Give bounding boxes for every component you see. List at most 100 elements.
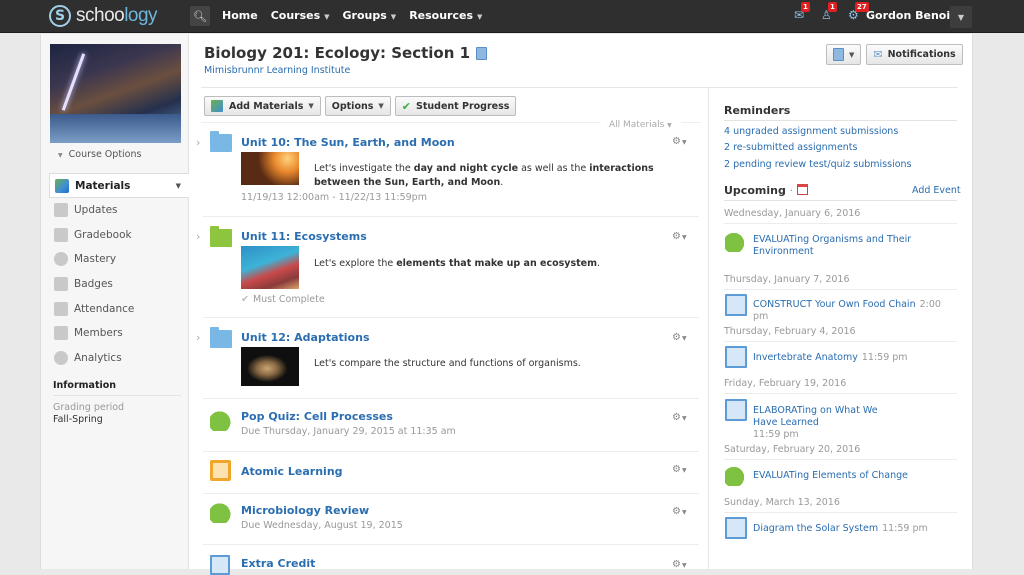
caret-down-icon: ▼	[849, 50, 855, 59]
material-title-link[interactable]: Atomic Learning	[241, 465, 343, 478]
must-complete-status: ✔ Must Complete	[241, 294, 325, 305]
material-title-link[interactable]: Unit 10: The Sun, Earth, and Moon	[241, 136, 455, 149]
sidebar-item-mastery[interactable]: Mastery	[49, 247, 189, 272]
requests-button[interactable]: ♙ 1	[821, 2, 837, 23]
reminder-link[interactable]: 2 pending review test/quiz submissions	[724, 159, 912, 170]
gradebook-icon	[54, 227, 68, 242]
options-button[interactable]: Options ▼	[324, 96, 391, 116]
expand-chevron-icon[interactable]: ›	[196, 136, 200, 149]
sidebar-item-label: Gradebook	[74, 228, 132, 241]
options-label: Options	[331, 100, 374, 112]
item-actions-gear[interactable]: ⚙▼	[672, 136, 687, 147]
puzzle-assessment-icon	[725, 464, 747, 486]
divider	[724, 459, 957, 460]
schoology-logo[interactable]: S schoology	[49, 5, 158, 27]
sidebar-item-label: Badges	[74, 278, 113, 291]
sidebar-item-badges[interactable]: Badges	[49, 272, 189, 297]
item-actions-gear[interactable]: ⚙▼	[672, 559, 687, 570]
item-actions-gear[interactable]: ⚙▼	[672, 464, 687, 475]
desc-bold: elements that make up an ecosystem	[396, 258, 598, 269]
requests-count-badge: 1	[828, 2, 837, 12]
nav-resources-label: Resources	[409, 9, 474, 22]
top-nav-bar: S schoology 🔍︎ Home Courses ▼ Groups ▼ Res…	[0, 0, 1024, 33]
expand-chevron-icon[interactable]: ›	[196, 331, 200, 344]
messages-button[interactable]: ✉ 1	[794, 2, 810, 23]
upcoming-event-link[interactable]: EVALUATing Elements of Change	[753, 470, 953, 482]
nav-groups-label: Groups	[342, 9, 387, 22]
upcoming-event-link[interactable]: Diagram the Solar System 11:59 pm	[753, 523, 953, 535]
nav-courses[interactable]: Courses ▼	[271, 9, 330, 22]
caret-down-icon: ▼	[681, 139, 687, 146]
student-progress-button[interactable]: ✔ Student Progress	[394, 96, 517, 116]
upcoming-event-link[interactable]: EVALUATing Organisms and Their Environme…	[753, 234, 953, 258]
add-materials-button[interactable]: Add Materials ▼	[204, 96, 321, 116]
item-actions-gear[interactable]: ⚙▼	[672, 231, 687, 242]
upcoming-event-link[interactable]: ELABORATing on What We Have Learned 11:59…	[753, 405, 893, 441]
sidebar-item-materials[interactable]: Materials ▼	[49, 173, 189, 198]
course-sidebar: ▼ Course Options Materials ▼ Updates Grade…	[41, 34, 189, 569]
sidebar-item-label: Analytics	[74, 351, 122, 364]
alerts-button[interactable]: ⚙ 27	[848, 2, 869, 23]
materials-filter-label: All Materials	[609, 120, 665, 130]
reminder-link[interactable]: 4 ungraded assignment submissions	[724, 126, 898, 137]
nav-groups[interactable]: Groups ▼	[343, 9, 397, 22]
sidebar-item-attendance[interactable]: Attendance	[49, 296, 189, 321]
event-title: Invertebrate Anatomy	[753, 352, 858, 363]
course-options-toggle[interactable]: ▼ Course Options	[58, 149, 141, 160]
nav-resources[interactable]: Resources ▼	[409, 9, 482, 22]
school-link[interactable]: Mimisbrunnr Learning Institute	[204, 65, 350, 76]
event-title: CONSTRUCT Your Own Food Chain	[753, 299, 916, 310]
add-event-link[interactable]: Add Event	[912, 185, 961, 196]
upcoming-date: Saturday, February 20, 2016	[724, 444, 861, 455]
course-page: ▼ Course Options Materials ▼ Updates Grade…	[40, 34, 973, 575]
material-date-range: 11/19/13 12:00am - 11/22/13 11:59pm	[241, 192, 427, 203]
user-menu-button[interactable]: ▼	[950, 6, 972, 28]
search-button[interactable]: 🔍︎	[190, 6, 210, 26]
nav-home[interactable]: Home	[222, 9, 258, 22]
upcoming-event-link[interactable]: CONSTRUCT Your Own Food Chain 2:00 pm	[753, 299, 953, 323]
materials-filter-dropdown[interactable]: All Materials ▼	[609, 120, 672, 130]
upcoming-event-link[interactable]: Invertebrate Anatomy 11:59 pm	[753, 352, 953, 364]
sidebar-item-members[interactable]: Members	[49, 321, 189, 346]
material-title-link[interactable]: Microbiology Review	[241, 504, 369, 517]
event-time: 11:59 pm	[753, 429, 799, 440]
divider	[203, 451, 699, 452]
material-title-link[interactable]: Pop Quiz: Cell Processes	[241, 410, 393, 423]
divider	[724, 341, 957, 342]
event-time: 11:59 pm	[882, 523, 928, 534]
item-actions-gear[interactable]: ⚙▼	[672, 506, 687, 517]
caret-down-icon: ▼	[681, 562, 687, 569]
expand-chevron-icon[interactable]: ›	[196, 230, 200, 243]
add-materials-icon	[211, 100, 223, 112]
caret-down-icon[interactable]: ▼	[176, 182, 181, 190]
desc-text: as well as the	[518, 163, 590, 174]
material-title-link[interactable]: Unit 12: Adaptations	[241, 331, 370, 344]
caret-down-icon: ▼	[957, 12, 965, 22]
sidebar-item-updates[interactable]: Updates	[49, 198, 189, 223]
course-view-dropdown[interactable]: ▼	[826, 44, 862, 65]
reminder-link[interactable]: 2 re-submitted assignments	[724, 142, 857, 153]
information-heading: Information	[53, 380, 181, 396]
gear-icon: ⚙	[672, 559, 681, 570]
item-actions-gear[interactable]: ⚙▼	[672, 412, 687, 423]
gear-icon: ⚙	[672, 136, 681, 147]
sidebar-item-gradebook[interactable]: Gradebook	[49, 223, 189, 248]
material-title-link[interactable]: Extra Credit	[241, 557, 315, 570]
sidebar-item-analytics[interactable]: Analytics	[49, 346, 189, 371]
divider	[203, 544, 699, 545]
course-options-label: Course Options	[68, 149, 142, 160]
desc-bold: day and night cycle	[413, 163, 519, 174]
calendar-icon[interactable]	[797, 184, 809, 195]
course-title-text: Biology 201: Ecology: Section 1	[204, 44, 471, 62]
material-title-link[interactable]: Unit 11: Ecosystems	[241, 230, 367, 243]
user-name-link[interactable]: Gordon Benoit	[866, 9, 955, 22]
item-actions-gear[interactable]: ⚙▼	[672, 332, 687, 343]
gear-icon: ⚙	[672, 506, 681, 517]
nav-home-label: Home	[222, 9, 258, 22]
assignment-icon	[725, 399, 747, 421]
material-description: Let's investigate the day and night cycl…	[314, 162, 674, 189]
header-divider	[201, 87, 958, 88]
notifications-button[interactable]: ✉ Notifications	[866, 44, 963, 65]
puzzle-assessment-icon	[210, 501, 234, 523]
divider	[724, 120, 957, 121]
